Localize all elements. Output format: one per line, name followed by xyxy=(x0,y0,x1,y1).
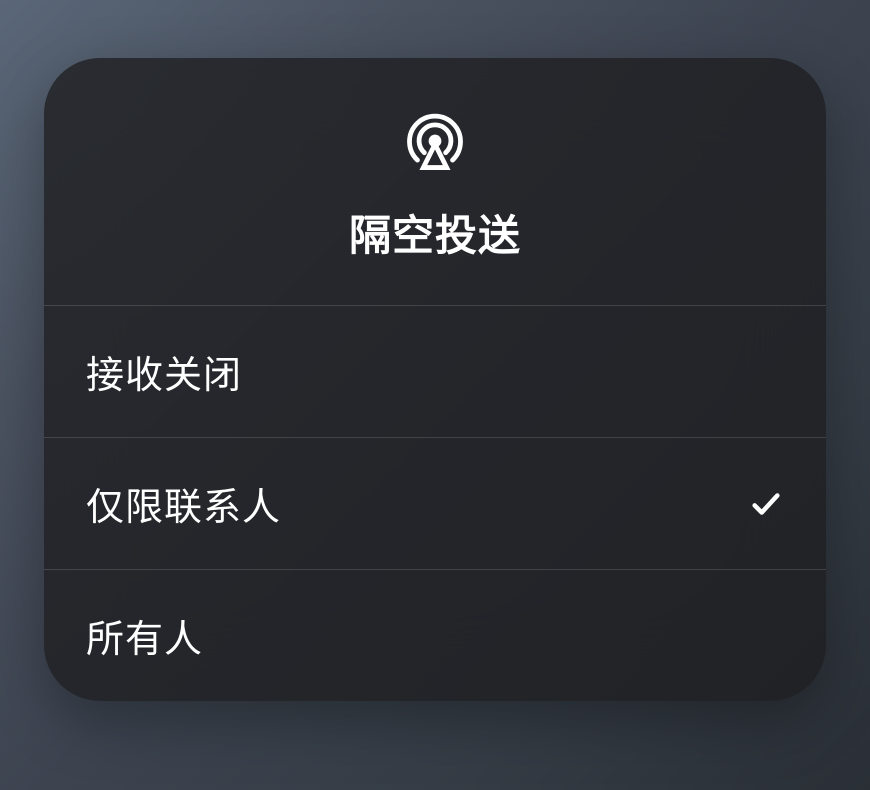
airdrop-icon xyxy=(400,106,470,176)
option-everyone[interactable]: 所有人 xyxy=(44,570,826,701)
option-receiving-off[interactable]: 接收关闭 xyxy=(44,306,826,438)
airdrop-settings-panel: 隔空投送 接收关闭 仅限联系人 所有人 xyxy=(44,58,826,701)
option-label: 所有人 xyxy=(86,608,203,663)
option-label: 仅限联系人 xyxy=(86,476,281,531)
panel-header: 隔空投送 xyxy=(44,58,826,306)
checkmark-icon xyxy=(748,486,784,522)
option-contacts-only[interactable]: 仅限联系人 xyxy=(44,438,826,570)
panel-title: 隔空投送 xyxy=(349,202,521,263)
option-label: 接收关闭 xyxy=(86,344,242,399)
